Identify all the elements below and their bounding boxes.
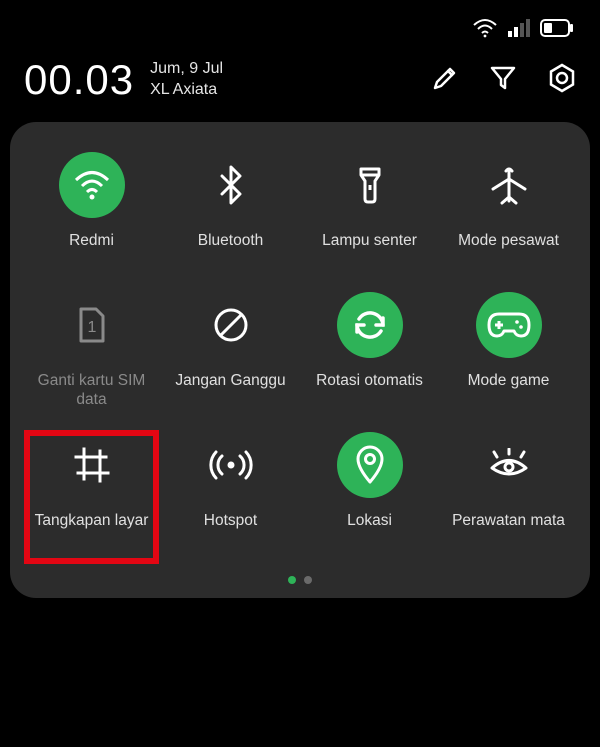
tile-rotation[interactable]: Rotasi otomatis	[300, 292, 439, 432]
hotspot-icon	[198, 432, 264, 498]
tile-wifi[interactable]: Redmi	[22, 152, 161, 292]
flashlight-icon	[337, 152, 403, 218]
tile-airplane[interactable]: Mode pesawat	[439, 152, 578, 292]
tile-label: Rotasi otomatis	[314, 372, 425, 391]
tile-label: Lampu senter	[320, 232, 419, 251]
edit-icon[interactable]	[430, 63, 460, 98]
header: 00.03 Jum, 9 Jul XL Axiata	[0, 56, 600, 122]
settings-icon[interactable]	[546, 62, 578, 99]
tile-sim[interactable]: 1 Ganti kartu SIM data	[22, 292, 161, 432]
tile-eyecare[interactable]: Perawatan mata	[439, 432, 578, 572]
tile-hotspot[interactable]: Hotspot	[161, 432, 300, 572]
tile-label: Ganti kartu SIM data	[22, 372, 161, 409]
dnd-icon	[198, 292, 264, 358]
header-actions	[430, 62, 578, 99]
tile-bluetooth[interactable]: Bluetooth	[161, 152, 300, 292]
carrier-text: XL Axiata	[150, 80, 223, 101]
tile-label: Bluetooth	[196, 232, 266, 251]
page-dot-1[interactable]	[288, 576, 296, 584]
tile-screenshot[interactable]: Tangkapan layar	[22, 432, 161, 572]
tile-label: Jangan Ganggu	[173, 372, 287, 391]
tile-dnd[interactable]: Jangan Ganggu	[161, 292, 300, 432]
tile-label: Lokasi	[345, 512, 394, 531]
tile-flashlight[interactable]: Lampu senter	[300, 152, 439, 292]
clock-time[interactable]: 00.03	[24, 56, 134, 104]
game-icon	[476, 292, 542, 358]
status-bar	[0, 0, 600, 56]
wifi-status-icon	[472, 18, 498, 38]
tile-label: Hotspot	[202, 512, 259, 531]
filter-icon[interactable]	[488, 63, 518, 98]
location-icon	[337, 432, 403, 498]
wifi-icon	[59, 152, 125, 218]
tile-label: Mode pesawat	[456, 232, 561, 251]
battery-status-icon	[540, 19, 574, 37]
tile-location[interactable]: Lokasi	[300, 432, 439, 572]
tiles-grid: Redmi Bluetooth Lampu senter	[22, 152, 578, 572]
svg-text:1: 1	[87, 319, 96, 336]
tile-label: Mode game	[466, 372, 552, 391]
tile-label: Perawatan mata	[450, 512, 567, 531]
bluetooth-icon	[198, 152, 264, 218]
tile-game[interactable]: Mode game	[439, 292, 578, 432]
quick-settings-panel: Redmi Bluetooth Lampu senter	[10, 122, 590, 598]
tile-label: Redmi	[67, 232, 116, 251]
rotation-icon	[337, 292, 403, 358]
signal-status-icon	[508, 19, 530, 37]
eyecare-icon	[476, 432, 542, 498]
tile-label: Tangkapan layar	[33, 512, 151, 531]
sim-icon: 1	[59, 292, 125, 358]
date-carrier-block[interactable]: Jum, 9 Jul XL Axiata	[150, 59, 223, 101]
page-indicator	[22, 576, 578, 584]
airplane-icon	[476, 152, 542, 218]
page-dot-2[interactable]	[304, 576, 312, 584]
date-text: Jum, 9 Jul	[150, 59, 223, 80]
screenshot-icon	[59, 432, 125, 498]
